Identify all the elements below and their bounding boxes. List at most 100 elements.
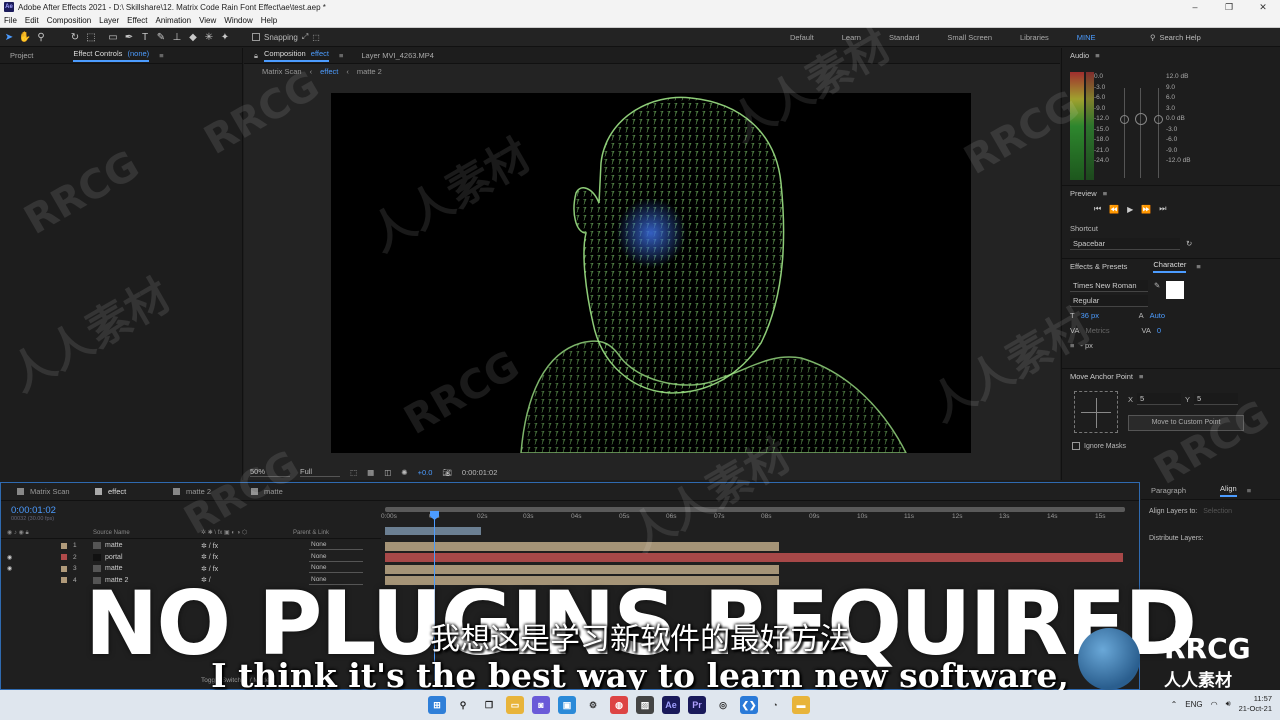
panel-menu-icon[interactable]: ≡ (1139, 372, 1143, 381)
anchor-y-input[interactable]: 5 (1194, 393, 1239, 405)
layer-label-color[interactable] (61, 542, 67, 549)
rectangle-tool-icon[interactable]: ▭ (106, 30, 120, 44)
snapshot-icon[interactable]: 📷︎ (442, 468, 452, 477)
menu-composition[interactable]: Composition (47, 16, 91, 25)
photos-icon[interactable]: ▨ (636, 696, 654, 714)
menu-view[interactable]: View (199, 16, 216, 25)
anchor-x-input[interactable]: 5 (1137, 393, 1182, 405)
snapping-toggle[interactable]: Snapping ⤢ ⬚ (252, 32, 320, 42)
volume-icon[interactable]: 🔊︎ (1226, 699, 1231, 709)
region-of-interest-icon[interactable]: ⬚ (350, 468, 357, 477)
layer-duration-bar[interactable] (385, 542, 779, 551)
minimize-icon[interactable]: – (1178, 0, 1212, 14)
pen-tool-icon[interactable]: ✒ (122, 30, 136, 44)
panel-menu-icon[interactable]: ≡ (1196, 262, 1200, 271)
mask-visibility-icon[interactable]: ◫ (384, 468, 391, 477)
tracking-value[interactable]: 0 (1157, 326, 1161, 335)
color-wheel-icon[interactable]: ✺ (401, 468, 407, 477)
close-icon[interactable]: ✕ (1246, 0, 1280, 14)
file-explorer-icon[interactable]: ▭ (506, 696, 524, 714)
panel-menu-icon[interactable]: ≡ (1247, 486, 1251, 495)
tab-effect-controls[interactable]: Effect Controls (none) (73, 49, 150, 62)
layer-label-color[interactable] (61, 554, 67, 561)
parent-dropdown[interactable]: None (309, 541, 363, 551)
selection-tool-icon[interactable]: ➤ (2, 30, 16, 44)
maximize-icon[interactable]: ❐ (1212, 0, 1246, 14)
table-row[interactable]: 1 matte ✲ / fx None (1, 540, 381, 552)
rotate-tool-icon[interactable]: ↻ (68, 30, 82, 44)
panel-menu-icon[interactable]: ≡ (1103, 189, 1107, 198)
tab-character[interactable]: Character (1153, 260, 1187, 273)
layer-name[interactable]: matte (105, 542, 123, 549)
timeline-tab-matrix-scan[interactable]: Matrix Scan (17, 487, 79, 496)
puppet-tool-icon[interactable]: ✦ (218, 30, 232, 44)
menu-window[interactable]: Window (224, 16, 252, 25)
panel-menu-icon[interactable]: ≡ (339, 51, 343, 60)
layer-switches-icon[interactable]: ✲ / fx (201, 542, 218, 550)
parent-link-header[interactable]: Parent & Link (293, 530, 329, 536)
menu-help[interactable]: Help (261, 16, 277, 25)
workspace-libraries[interactable]: Libraries (1020, 33, 1049, 42)
zoom-tool-icon[interactable]: ⚲ (34, 30, 48, 44)
last-frame-icon[interactable]: ⏭ (1159, 204, 1166, 214)
ignore-masks-checkbox[interactable] (1072, 442, 1080, 450)
app-icon[interactable]: ◎ (714, 696, 732, 714)
roto-brush-tool-icon[interactable]: ✳ (202, 30, 216, 44)
timeline-tab-effect[interactable]: effect (95, 487, 157, 496)
leading-value[interactable]: Auto (1150, 311, 1165, 320)
exposure-value[interactable]: +0.0 (418, 468, 433, 477)
layer-duration-bar[interactable] (385, 553, 1123, 562)
tab-project[interactable]: Project (10, 51, 33, 60)
audio-sliders[interactable] (1120, 78, 1168, 178)
transparency-grid-icon[interactable]: ▦ (367, 468, 374, 477)
anchor-grid-icon[interactable] (1074, 391, 1118, 433)
chrome-icon[interactable]: ◍ (610, 696, 628, 714)
search-icon[interactable]: ⚲ (454, 696, 472, 714)
timeline-timecode[interactable]: 0:00:01:02 (11, 505, 56, 516)
teams-icon[interactable]: ◙ (532, 696, 550, 714)
fill-color-swatch[interactable] (1166, 280, 1185, 299)
clock-app-icon[interactable]: ◔ (766, 696, 784, 714)
next-frame-icon[interactable]: ⏩ (1141, 205, 1151, 214)
vscode-icon[interactable]: ❮❯ (740, 696, 758, 714)
first-frame-icon[interactable]: ⏮ (1094, 204, 1101, 214)
wifi-icon[interactable]: ◠ (1211, 700, 1218, 709)
monitor-icon[interactable]: ▣ (558, 696, 576, 714)
premiere-icon[interactable]: Pr (688, 696, 706, 714)
tab-composition[interactable]: Composition effect (264, 49, 329, 62)
panel-menu-icon[interactable]: ≡ (159, 51, 163, 60)
previous-frame-icon[interactable]: ⏪ (1109, 205, 1119, 214)
shortcut-dropdown[interactable]: Spacebar (1070, 237, 1180, 250)
menu-animation[interactable]: Animation (155, 16, 191, 25)
parent-dropdown[interactable]: None (309, 553, 363, 562)
breadcrumb-matte-2[interactable]: matte 2 (357, 67, 382, 76)
snap-option-icon[interactable]: ⤢ (302, 32, 308, 42)
align-layers-to-dropdown[interactable]: Selection (1203, 508, 1232, 515)
snap-grid-icon[interactable]: ⬚ (312, 33, 320, 42)
workspace-small-screen[interactable]: Small Screen (947, 33, 992, 42)
brush-tool-icon[interactable]: ✎ (154, 30, 168, 44)
hand-tool-icon[interactable]: ✋ (18, 30, 32, 44)
visibility-eye-icon[interactable]: ◉ (7, 554, 12, 561)
table-row[interactable]: ◉ 2 portal ✲ / fx None (1, 552, 381, 564)
breadcrumb-effect[interactable]: effect (320, 67, 338, 76)
visibility-eye-icon[interactable]: ◉ (7, 565, 12, 572)
eraser-tool-icon[interactable]: ◆ (186, 30, 200, 44)
layer-switches-icon[interactable]: ✲ / fx (201, 553, 218, 561)
viewer-timecode[interactable]: 0:00:01:02 (462, 468, 497, 477)
search-help-input[interactable]: Search Help (1160, 33, 1201, 42)
lock-icon[interactable]: 🔒︎ (254, 51, 258, 61)
task-view-icon[interactable]: ❐ (480, 696, 498, 714)
font-size-value[interactable]: 36 px (1081, 311, 1121, 320)
font-style-dropdown[interactable]: Regular (1070, 294, 1148, 307)
layer-label-color[interactable] (61, 565, 67, 572)
clock[interactable]: 11:57 21-Oct-21 (1239, 694, 1272, 714)
work-area-bar[interactable] (385, 507, 1125, 512)
settings-icon[interactable]: ⚙ (584, 696, 602, 714)
stamp-tool-icon[interactable]: ⊥ (170, 30, 184, 44)
workspace-standard[interactable]: Standard (889, 33, 919, 42)
layer-name[interactable]: portal (105, 554, 123, 561)
tab-align[interactable]: Align (1220, 484, 1237, 497)
after-effects-icon[interactable]: Ae (662, 696, 680, 714)
camera-tool-icon[interactable]: ⬚ (84, 30, 98, 44)
